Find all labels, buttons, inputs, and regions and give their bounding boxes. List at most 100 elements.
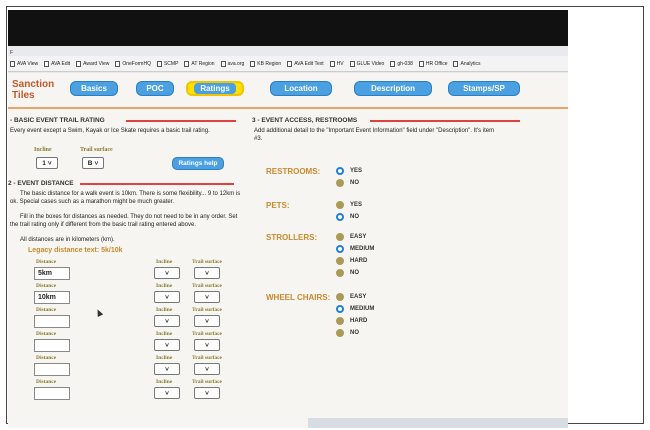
distance-label: Distance xyxy=(36,283,57,289)
bookmark-item[interactable]: OneFormHQ xyxy=(115,60,151,67)
nav-divider xyxy=(8,107,568,109)
distance-paragraph-3: All distances are in kilometers (km). xyxy=(20,237,115,243)
page-icon xyxy=(115,60,121,67)
row-incline-select[interactable]: ˅ xyxy=(154,387,180,399)
row-incline-select[interactable]: ˅ xyxy=(154,315,180,327)
radio-option-label: EASY xyxy=(350,234,367,240)
bookmark-item[interactable]: AVA Edit Text xyxy=(287,60,324,67)
bookmarks-bar: AVA View AVA Edit Award View OneFormHQ SCMP A… xyxy=(8,56,568,72)
page-icon xyxy=(76,60,82,67)
brand-line-1: Sanction xyxy=(12,79,55,90)
radio-button[interactable] xyxy=(336,233,344,241)
sanction-page: Sanction Tiles Basics POC Ratings Locati… xyxy=(8,73,568,428)
chevron-down-icon: ˅ xyxy=(165,389,169,397)
bookmark-label: AVA Edit Text xyxy=(294,60,324,67)
row-trail-select[interactable]: ˅ xyxy=(194,387,220,399)
page-icon xyxy=(287,60,293,67)
radio-option-label: YES xyxy=(350,202,363,208)
page-icon xyxy=(349,60,355,67)
radio-button[interactable] xyxy=(336,167,344,175)
radio-button[interactable] xyxy=(336,317,344,325)
page-icon xyxy=(44,60,50,67)
radio-button[interactable] xyxy=(336,257,344,265)
bookmark-label: OneFormHQ xyxy=(122,60,151,67)
bookmark-item[interactable]: AVA View xyxy=(10,60,38,67)
page-icon xyxy=(156,60,162,67)
bookmark-item[interactable]: Analytics xyxy=(453,60,481,67)
row-trail-select[interactable]: ˅ xyxy=(194,267,220,279)
radio-option-label: HARD xyxy=(350,258,368,264)
row-incline-label: Incline xyxy=(156,331,173,337)
tab-poc[interactable]: POC xyxy=(136,81,174,96)
chevron-down-icon: ˅ xyxy=(165,269,169,277)
radio-button[interactable] xyxy=(336,245,344,253)
bookmark-item[interactable]: gh-038 xyxy=(390,60,413,67)
top-nav: Sanction Tiles Basics POC Ratings Locati… xyxy=(8,73,568,107)
distance-input[interactable] xyxy=(34,315,70,328)
bookmark-item[interactable]: ava.org xyxy=(220,60,245,67)
tab-basics[interactable]: Basics xyxy=(70,81,118,96)
row-trail-select[interactable]: ˅ xyxy=(194,339,220,351)
row-trail-label: Trail surface xyxy=(192,307,222,313)
tab-description[interactable]: Description xyxy=(354,81,432,96)
bookmark-label: gh-038 xyxy=(397,60,413,67)
distance-input[interactable] xyxy=(34,387,70,400)
taskbar-strip xyxy=(308,418,568,428)
trail-surface-label: Trail surface xyxy=(80,147,113,153)
radio-button[interactable] xyxy=(336,329,344,337)
radio-option-label: NO xyxy=(350,270,359,276)
bookmark-item[interactable]: AT Region xyxy=(184,60,215,67)
ratings-help-button[interactable]: Ratings help xyxy=(172,157,224,170)
tab-location[interactable]: Location xyxy=(270,81,332,96)
trail-surface-select[interactable]: B ˅ xyxy=(82,157,104,169)
row-incline-select[interactable]: ˅ xyxy=(154,339,180,351)
distance-input[interactable] xyxy=(34,339,70,352)
bookmark-label: KB Region xyxy=(257,60,282,67)
row-incline-label: Incline xyxy=(156,379,173,385)
bookmark-item[interactable]: AVA Edit xyxy=(44,60,70,67)
radio-button[interactable] xyxy=(336,179,344,187)
chevron-down-icon: ˅ xyxy=(47,159,52,167)
radio-option-label: NO xyxy=(350,214,359,220)
bookmark-label: Analytics xyxy=(460,60,481,67)
distance-label: Distance xyxy=(36,259,57,265)
distance-label: Distance xyxy=(36,379,57,385)
bookmark-item[interactable]: KB Region xyxy=(250,60,282,67)
trail-surface-value: B xyxy=(87,159,93,167)
bookmark-item[interactable]: SCMP xyxy=(156,60,178,67)
section2-rule xyxy=(80,183,234,185)
chevron-down-icon: ˅ xyxy=(205,389,209,397)
section3-rule xyxy=(370,120,520,122)
radio-option-label: MEDIUM xyxy=(350,246,375,252)
bookmark-item[interactable]: Award View xyxy=(76,60,109,67)
incline-select[interactable]: 1 ˅ xyxy=(36,157,58,169)
tab-stamps-sp[interactable]: Stamps/SP xyxy=(448,81,520,96)
bookmark-item[interactable]: GLUE Video xyxy=(349,60,384,67)
row-trail-label: Trail surface xyxy=(192,379,222,385)
page-icon xyxy=(390,60,396,67)
chevron-down-icon: ˅ xyxy=(165,341,169,349)
bookmark-item[interactable]: HR Office xyxy=(418,60,447,67)
page-icon xyxy=(184,60,190,67)
row-incline-select[interactable]: ˅ xyxy=(154,363,180,375)
row-trail-select[interactable]: ˅ xyxy=(194,315,220,327)
row-incline-select[interactable]: ˅ xyxy=(154,291,180,303)
bookmark-item[interactable]: HV xyxy=(329,60,344,67)
distance-input[interactable]: 10km xyxy=(34,291,70,304)
row-trail-select[interactable]: ˅ xyxy=(194,291,220,303)
radio-button[interactable] xyxy=(336,269,344,277)
monitor-bezel xyxy=(8,10,568,46)
tab-ratings[interactable]: Ratings xyxy=(186,81,244,96)
brand-title: Sanction Tiles xyxy=(12,79,58,101)
radio-button[interactable] xyxy=(336,293,344,301)
row-incline-select[interactable]: ˅ xyxy=(154,267,180,279)
radio-button[interactable] xyxy=(336,213,344,221)
bookmark-label: ava.org xyxy=(227,60,245,67)
distance-input[interactable]: 5km xyxy=(34,267,70,280)
chevron-down-icon: ˅ xyxy=(94,159,99,167)
radio-button[interactable] xyxy=(336,305,344,313)
distance-input[interactable] xyxy=(34,363,70,376)
radio-button[interactable] xyxy=(336,201,344,209)
row-trail-select[interactable]: ˅ xyxy=(194,363,220,375)
radio-option-label: YES xyxy=(350,168,363,174)
